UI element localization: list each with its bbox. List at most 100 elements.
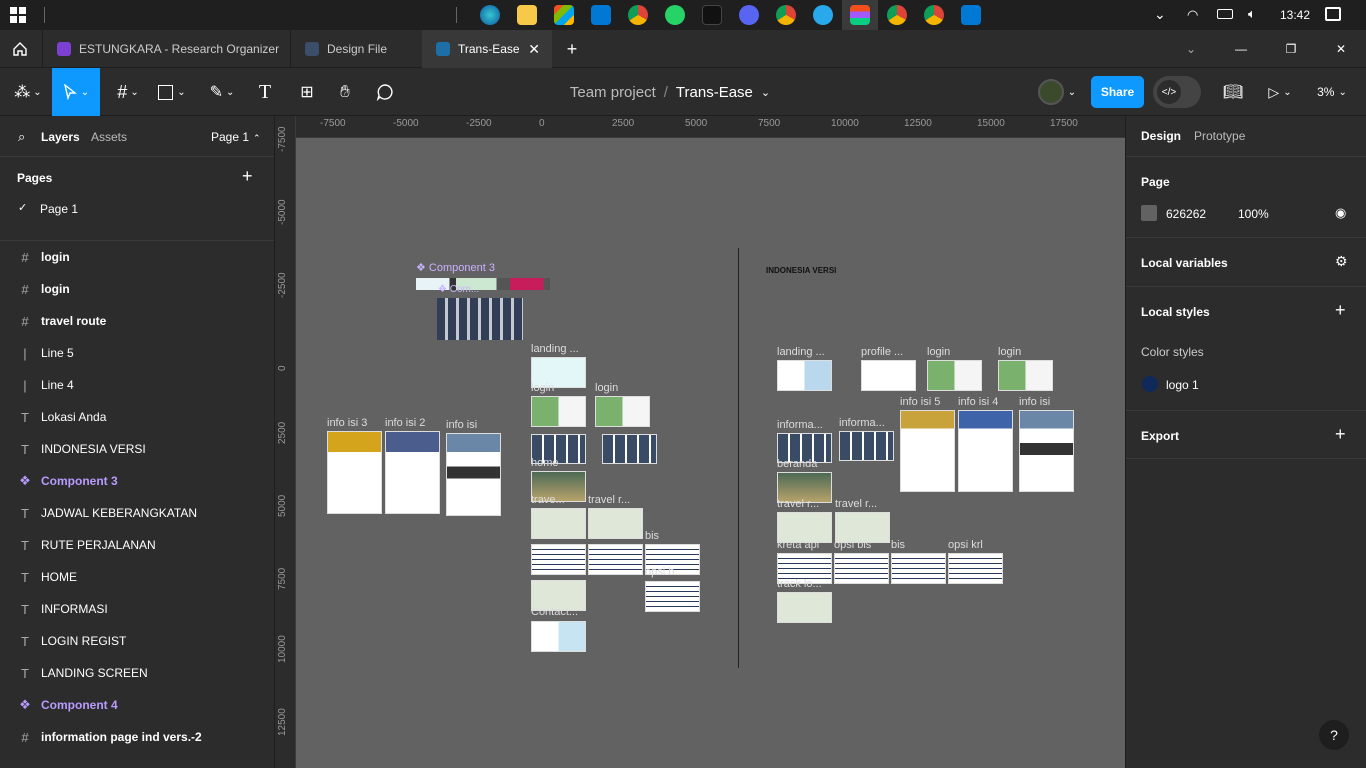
tabs-dropdown-icon[interactable]: ⌄ bbox=[1178, 30, 1204, 68]
component-3-strip[interactable] bbox=[416, 278, 550, 290]
frame-tool-icon[interactable]: # ⌄ bbox=[108, 68, 148, 116]
design-tab[interactable]: Design bbox=[1141, 129, 1181, 143]
frame-label[interactable]: home bbox=[531, 457, 559, 469]
chrome-icon[interactable] bbox=[776, 5, 796, 25]
frame-label[interactable]: bis bbox=[891, 539, 905, 551]
page-color-hex[interactable]: 626262 bbox=[1166, 207, 1206, 221]
layer-frame[interactable]: # travel route bbox=[0, 305, 274, 337]
frame-label[interactable]: kreta api bbox=[777, 539, 819, 551]
telegram-icon[interactable] bbox=[813, 5, 833, 25]
frame-profile[interactable] bbox=[861, 360, 916, 391]
layer-frame[interactable]: # login bbox=[0, 273, 274, 305]
frame-label[interactable]: beranda bbox=[777, 458, 817, 470]
component-4-label[interactable]: ❖ Com... bbox=[438, 284, 479, 295]
frame-label[interactable]: info isi 2 bbox=[385, 417, 425, 429]
frame-label[interactable]: Contact... bbox=[531, 606, 578, 618]
resources-icon[interactable]: ⊞ bbox=[292, 68, 322, 116]
frame-info-isi-3[interactable] bbox=[327, 431, 382, 514]
home-icon[interactable] bbox=[0, 30, 40, 68]
wifi-icon[interactable]: ◠ bbox=[1187, 7, 1198, 23]
frame-login-2[interactable] bbox=[595, 396, 650, 427]
frame-contact[interactable] bbox=[531, 621, 586, 652]
frame-label[interactable]: travel r... bbox=[777, 498, 819, 510]
component-3-label[interactable]: ❖ Component 3 bbox=[416, 261, 495, 274]
frame-label[interactable]: login bbox=[531, 382, 554, 394]
color-style-name[interactable]: logo 1 bbox=[1166, 378, 1199, 392]
frame-label[interactable]: opsi bis bbox=[834, 539, 871, 551]
project-name-link[interactable]: Team project bbox=[570, 84, 656, 101]
frame-label[interactable]: login bbox=[927, 346, 950, 358]
layer-component[interactable]: ❖ Component 4 bbox=[0, 689, 274, 721]
layer-text[interactable]: T LOGIN REGIST bbox=[0, 625, 274, 657]
layer-frame[interactable]: # login bbox=[0, 241, 274, 273]
page-selector[interactable]: Page 1 ⌃ bbox=[211, 130, 261, 144]
chrome-icon[interactable] bbox=[628, 5, 648, 25]
volume-icon[interactable]: 🔈︎ bbox=[1248, 6, 1256, 22]
file-explorer-icon[interactable] bbox=[517, 5, 537, 25]
frame-label[interactable]: opsi b... bbox=[645, 566, 684, 578]
layer-text[interactable]: T INFORMASI bbox=[0, 593, 274, 625]
design-canvas[interactable]: ❖ Component 3 ❖ Com... INDONESIA VERSI i… bbox=[296, 138, 1125, 768]
color-style-swatch[interactable] bbox=[1142, 376, 1158, 392]
tab-trans-ease[interactable]: Trans-Ease ✕ bbox=[422, 30, 552, 68]
indonesia-versi-text[interactable]: INDONESIA VERSI bbox=[766, 266, 836, 275]
add-page-icon[interactable]: + bbox=[242, 166, 253, 187]
tab-research-organizer[interactable]: ESTUNGKARA - Research Organizer bbox=[42, 30, 288, 68]
chrome-icon[interactable] bbox=[924, 5, 944, 25]
frame-info-isi[interactable] bbox=[446, 433, 501, 516]
frame-label[interactable]: opsi krl bbox=[948, 539, 983, 551]
frame-login-id-2[interactable] bbox=[998, 360, 1053, 391]
frame-opsi-bis[interactable] bbox=[645, 581, 700, 612]
layer-text[interactable]: T Lokasi Anda bbox=[0, 401, 274, 433]
shape-tool-icon[interactable]: ⌄ bbox=[152, 68, 192, 116]
frame-label[interactable]: travel r... bbox=[588, 494, 630, 506]
comment-tool-icon[interactable] bbox=[370, 68, 400, 116]
page-opacity[interactable]: 100% bbox=[1238, 207, 1269, 221]
component-4-thumbnails[interactable] bbox=[437, 298, 523, 340]
chrome-icon[interactable] bbox=[887, 5, 907, 25]
frame-label[interactable]: landing ... bbox=[531, 343, 579, 355]
frame-schedule[interactable] bbox=[531, 544, 586, 575]
frame-schedule-2[interactable] bbox=[588, 544, 643, 575]
frame-travel-route-2[interactable] bbox=[588, 508, 643, 539]
assets-tab[interactable]: Assets bbox=[91, 130, 127, 144]
variables-settings-icon[interactable]: ⚙︎ bbox=[1335, 253, 1348, 270]
minimize-icon[interactable]: — bbox=[1228, 30, 1254, 68]
frame-landing-id[interactable] bbox=[777, 360, 832, 391]
frame-label[interactable]: informa... bbox=[839, 417, 885, 429]
layer-line[interactable]: | Line 4 bbox=[0, 369, 274, 401]
layer-text[interactable]: T RUTE PERJALANAN bbox=[0, 529, 274, 561]
file-menu-chevron-icon[interactable]: ⌄ bbox=[761, 86, 770, 99]
layer-line[interactable]: | Line 5 bbox=[0, 337, 274, 369]
main-menu-icon[interactable]: ⁂ ⌄ bbox=[8, 68, 48, 116]
local-variables-label[interactable]: Local variables bbox=[1141, 256, 1228, 270]
whatsapp-icon[interactable] bbox=[665, 5, 685, 25]
file-name[interactable]: Trans-Ease bbox=[676, 84, 753, 101]
frame-label[interactable]: info isi bbox=[1019, 396, 1050, 408]
share-button[interactable]: Share bbox=[1091, 76, 1144, 108]
frame-opsi-krl[interactable] bbox=[948, 553, 1003, 584]
layers-tab[interactable]: Layers bbox=[41, 130, 80, 144]
mail-icon[interactable] bbox=[591, 5, 611, 25]
layer-text[interactable]: T INDONESIA VERSI bbox=[0, 433, 274, 465]
dev-mode-toggle[interactable]: </> bbox=[1153, 76, 1201, 108]
move-tool-button[interactable]: ⌄ bbox=[52, 68, 100, 116]
present-icon[interactable]: ▷ ⌄ bbox=[1262, 68, 1298, 116]
vscode-icon[interactable] bbox=[961, 5, 981, 25]
frame-travel-route[interactable] bbox=[531, 508, 586, 539]
frame-label[interactable]: travel r... bbox=[835, 498, 877, 510]
layer-text[interactable]: T JADWAL KEBERANGKATAN bbox=[0, 497, 274, 529]
frame-label[interactable]: login bbox=[998, 346, 1021, 358]
frame-info-isi-2[interactable] bbox=[385, 431, 440, 514]
frame-label[interactable]: info isi bbox=[446, 419, 477, 431]
edge-icon[interactable] bbox=[480, 5, 500, 25]
maximize-icon[interactable]: ❐ bbox=[1278, 30, 1304, 68]
layer-frame[interactable]: # information page ind vers.-2 bbox=[0, 721, 274, 753]
new-tab-icon[interactable]: + bbox=[558, 30, 586, 68]
close-window-icon[interactable]: ✕ bbox=[1328, 30, 1354, 68]
windows-start-icon[interactable] bbox=[10, 7, 26, 23]
frame-opsi-bis-id[interactable] bbox=[834, 553, 889, 584]
text-tool-icon[interactable]: T bbox=[248, 68, 282, 116]
help-icon[interactable]: ? bbox=[1319, 720, 1349, 750]
line-separator[interactable] bbox=[738, 248, 739, 668]
